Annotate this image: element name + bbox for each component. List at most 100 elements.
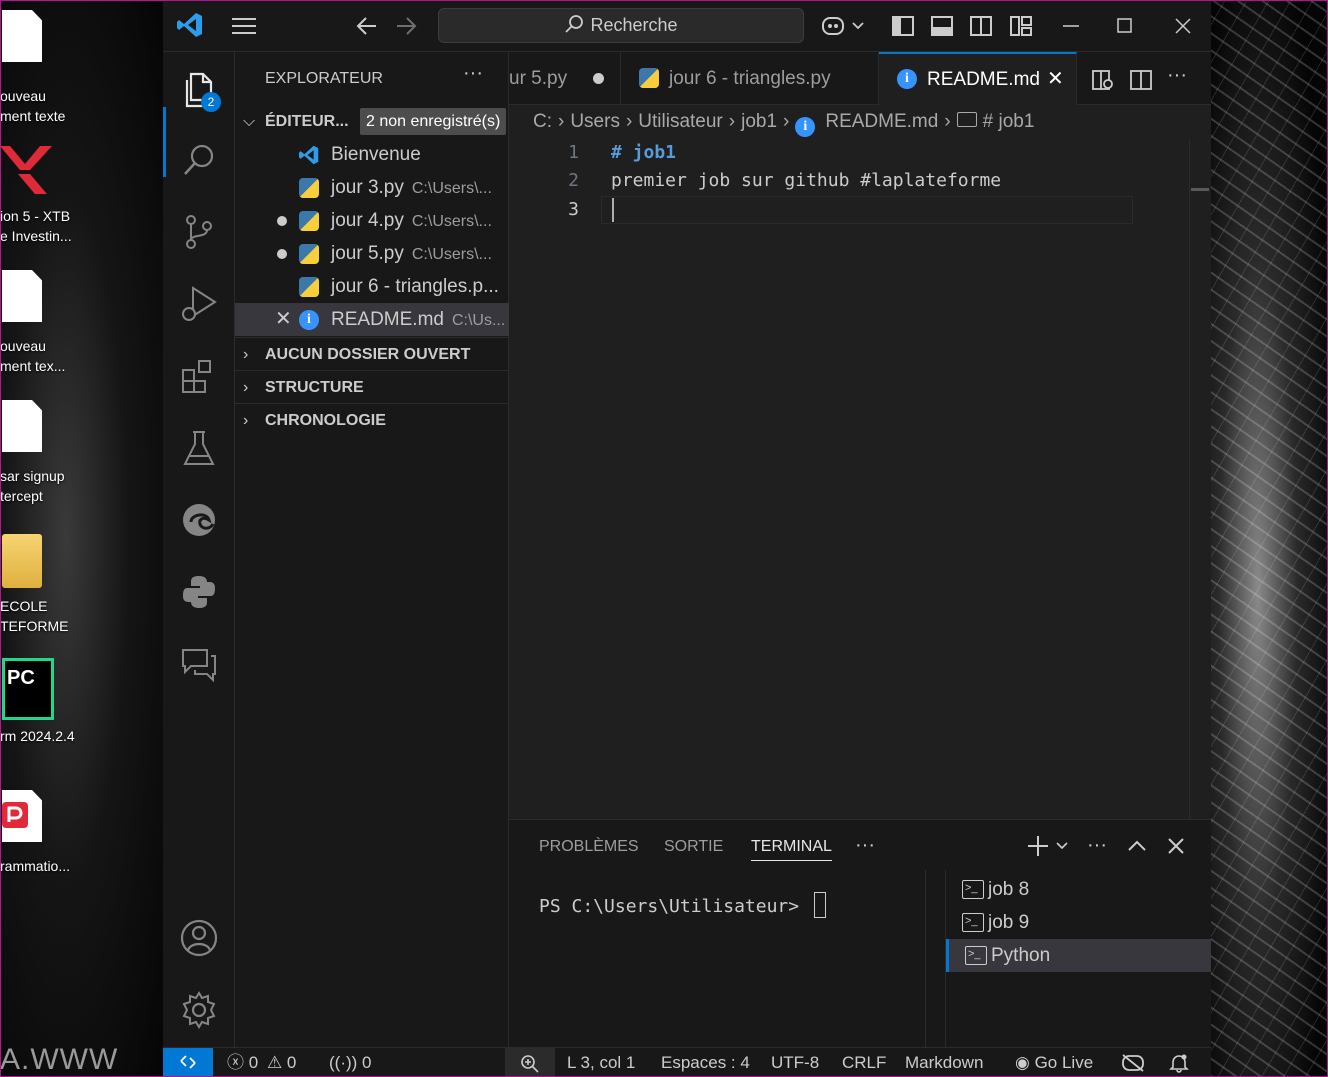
desktop-icon-doc-3[interactable]: sar signup tercept [0, 400, 110, 510]
account-icon[interactable] [177, 916, 221, 960]
split-editor-icon[interactable] [1129, 68, 1153, 92]
source-control-icon[interactable] [177, 210, 221, 254]
unsaved-dot-icon[interactable] [277, 216, 287, 226]
notifications-bell-icon[interactable] [1169, 1053, 1189, 1073]
minimize-icon[interactable] [1061, 14, 1081, 38]
breadcrumb-item[interactable]: C: [533, 111, 552, 132]
language-mode[interactable]: Markdown [905, 1048, 983, 1077]
more-actions-icon[interactable]: ··· [855, 834, 875, 857]
terminal-prompt: PS C:\Users\Utilisateur> [539, 896, 810, 917]
minimap[interactable] [1189, 139, 1211, 819]
customize-layout-icon[interactable] [1009, 14, 1033, 38]
open-editor-item[interactable]: jour 6 - triangles.p... [235, 270, 509, 303]
open-editors-header[interactable]: ⌵ ÉDITEUR... 2 non enregistré(s) [235, 105, 509, 138]
open-editor-item[interactable]: jour 4.py C:\Users\... [235, 204, 509, 237]
open-editor-item[interactable]: jour 3.py C:\Users\... [235, 171, 509, 204]
tab-jour5[interactable]: ur 5.py [509, 52, 621, 105]
unsaved-dot-icon[interactable] [277, 249, 287, 259]
desktop-icon-folder[interactable]: ECOLE TEFORME [0, 530, 110, 640]
close-panel-icon[interactable] [1167, 837, 1185, 855]
tab-readme[interactable]: i README.md ✕ [879, 52, 1077, 105]
desktop-icon-label: ion 5 - XTB [0, 208, 71, 224]
breadcrumb-item[interactable]: # job1 [983, 111, 1035, 132]
more-actions-icon[interactable]: ··· [1167, 64, 1187, 87]
unsaved-dot-icon[interactable] [593, 73, 604, 84]
open-editor-item[interactable]: jour 5.py C:\Users\... [235, 237, 509, 270]
terminal-item[interactable]: >_ job 8 [946, 873, 1211, 906]
file-name: README.md [331, 309, 444, 330]
copilot-status-icon[interactable] [1121, 1053, 1145, 1073]
problems-status[interactable]: ⓧ 0 ⚠ 0 [227, 1048, 296, 1077]
desktop-icon-pdf[interactable]: rammatio... [0, 790, 110, 890]
desktop-icon-doc-2[interactable]: ouveau ment tex... [0, 270, 110, 380]
settings-gear-icon[interactable] [177, 988, 221, 1032]
go-live-button[interactable]: ◉ Go Live [1015, 1048, 1093, 1077]
toggle-primary-sidebar-icon[interactable] [891, 14, 915, 38]
python-file-icon [299, 244, 319, 264]
testing-icon[interactable] [177, 426, 221, 470]
desktop-icon-label: ouveau [0, 338, 46, 354]
more-actions-icon[interactable]: ··· [463, 62, 483, 85]
text-cursor [612, 198, 614, 222]
copilot-icon[interactable] [821, 14, 867, 38]
ports-status[interactable]: ((·)) 0 [329, 1048, 372, 1077]
error-icon: ⓧ [227, 1053, 244, 1072]
broadcast-icon: ◉ [1015, 1053, 1030, 1072]
menu-icon[interactable] [231, 16, 257, 36]
terminal-item[interactable]: >_ job 9 [946, 906, 1211, 939]
section-structure[interactable]: › STRUCTURE [235, 370, 509, 403]
breadcrumb-item[interactable]: Users [570, 111, 620, 132]
tab-terminal[interactable]: TERMINAL [751, 838, 832, 861]
tab-output[interactable]: SORTIE [664, 838, 723, 856]
pycharm-icon: PC [2, 658, 54, 720]
indentation[interactable]: Espaces : 4 [661, 1048, 750, 1077]
zoom-indicator[interactable] [505, 1048, 555, 1077]
open-editor-item-selected[interactable]: ✕ i README.md C:\Us... [235, 303, 509, 336]
edge-icon[interactable] [177, 498, 221, 542]
search-placeholder: Recherche [590, 15, 678, 35]
file-name: jour 4.py [331, 210, 404, 231]
back-arrow-icon[interactable] [356, 15, 378, 37]
close-icon[interactable]: ✕ [275, 303, 292, 336]
document-icon [2, 10, 42, 62]
tab-jour6[interactable]: jour 6 - triangles.py [621, 52, 879, 105]
terminal-item-active[interactable]: >_ Python [946, 939, 1211, 972]
minimap-slider[interactable] [1191, 188, 1209, 191]
desktop-icon-label: ouveau [0, 88, 46, 104]
desktop-icon-doc-1[interactable]: ouveau ment texte [0, 10, 110, 124]
breadcrumb-item[interactable]: README.md [825, 111, 938, 132]
remote-indicator[interactable] [163, 1048, 213, 1077]
breadcrumb-item[interactable]: Utilisateur [638, 111, 722, 132]
tab-problems[interactable]: PROBLÈMES [539, 838, 639, 856]
code-editor[interactable]: 1 2 3 # job1 premier job sur github #lap… [509, 139, 1211, 819]
section-no-folder[interactable]: › AUCUN DOSSIER OUVERT [235, 337, 509, 370]
forward-arrow-icon[interactable] [395, 15, 417, 37]
toggle-secondary-sidebar-icon[interactable] [969, 14, 993, 38]
document-icon [2, 400, 42, 452]
new-terminal-icon[interactable] [1027, 835, 1071, 857]
desktop-icon-pycharm[interactable]: PC rm 2024.2.4 [0, 658, 110, 758]
search-icon[interactable] [177, 138, 221, 182]
chevron-right-icon: › [243, 379, 249, 396]
panel-more-actions-icon[interactable]: ··· [1087, 834, 1107, 857]
section-timeline[interactable]: › CHRONOLOGIE [235, 403, 509, 436]
command-center-search[interactable]: Recherche [438, 8, 804, 43]
breadcrumb-item[interactable]: job1 [741, 111, 777, 132]
end-of-line[interactable]: CRLF [842, 1048, 886, 1077]
line-number: 1 [568, 142, 579, 163]
open-preview-icon[interactable] [1091, 68, 1115, 92]
extensions-icon[interactable] [177, 354, 221, 398]
maximize-panel-icon[interactable] [1127, 838, 1147, 854]
open-editor-item[interactable]: Bienvenue [235, 138, 509, 171]
toggle-panel-icon[interactable] [930, 14, 954, 38]
cursor-position[interactable]: L 3, col 1 [567, 1048, 635, 1077]
close-icon[interactable]: ✕ [1047, 54, 1064, 105]
python-icon[interactable] [177, 570, 221, 614]
encoding[interactable]: UTF-8 [771, 1048, 819, 1077]
maximize-icon[interactable] [1115, 14, 1135, 38]
run-debug-icon[interactable] [177, 282, 221, 326]
chat-icon[interactable] [177, 642, 221, 686]
close-window-icon[interactable] [1173, 14, 1193, 38]
desktop-icon-xtb[interactable]: ion 5 - XTB e Investin... [0, 130, 110, 244]
symbol-string-icon [956, 112, 977, 127]
